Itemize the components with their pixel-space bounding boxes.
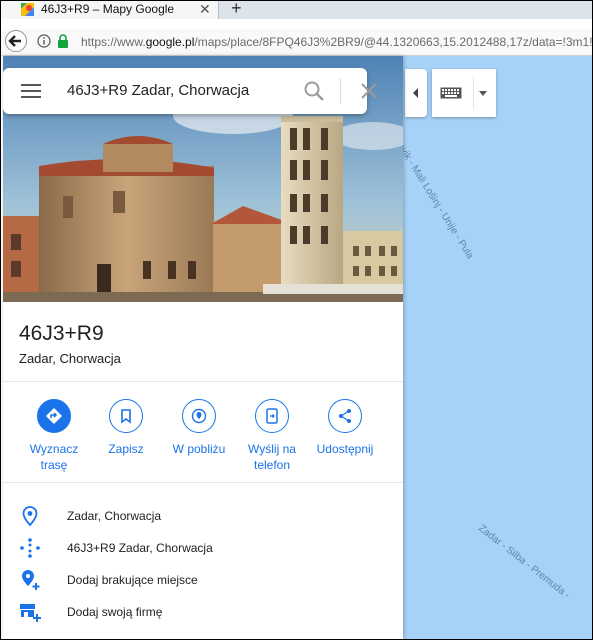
directions-icon [37,399,71,433]
send-to-phone-label: Wyślij na telefon [248,442,296,472]
close-tab-icon[interactable]: ✕ [199,1,211,18]
plus-code-row[interactable]: 46J3+R9 Zadar, Chorwacja [3,535,403,563]
url-path: /maps/place/8FPQ46J3%2BR9/@44.1320663,15… [194,35,593,49]
plus-code-icon [20,538,40,558]
divider [473,77,474,109]
collapse-panel-button[interactable] [405,69,427,117]
directions-button[interactable]: Wyznacz trasę [15,399,93,473]
back-button[interactable] [5,30,27,52]
address-row[interactable]: Zadar, Chorwacja [3,503,403,531]
add-business-text: Dodaj swoją firmę [67,605,163,619]
divider [340,78,341,104]
dropdown-arrow-icon[interactable] [479,91,487,96]
add-place-icon [22,570,40,590]
url-prefix: https://www. [81,35,146,49]
add-business-icon [20,604,41,622]
nearby-icon [182,399,216,433]
keyboard-icon [440,87,462,99]
google-maps-icon [21,3,34,16]
place-panel: 46J3+R9 Zadar, Chorwacja 46J3+R9 Zadar, … [3,56,403,639]
tab-title: 46J3+R9 – Mapy Google [41,2,175,16]
address-text: Zadar, Chorwacja [67,509,162,523]
tab-strip: 46J3+R9 – Mapy Google ✕ + [1,1,592,19]
share-label: Udostępnij [316,442,374,456]
place-address: Zadar, Chorwacja [19,351,121,366]
share-button[interactable]: Udostępnij [306,399,384,457]
url-host: google.pl [145,35,195,49]
add-business-row[interactable]: Dodaj swoją firmę [3,599,403,627]
nearby-button[interactable]: W pobliżu [160,399,238,457]
input-tools-button[interactable] [432,69,496,117]
send-to-phone-icon [255,399,289,433]
send-to-phone-button[interactable]: Wyślij na telefon [233,399,311,473]
add-place-text: Dodaj brakujące miejsce [67,573,198,587]
search-input[interactable]: 46J3+R9 Zadar, Chorwacja [67,82,249,99]
browser-tab[interactable]: 46J3+R9 – Mapy Google ✕ [1,1,219,19]
pin-icon [22,506,38,527]
caret-left-icon [413,88,418,98]
arrow-left-icon [8,35,21,47]
clear-search-icon[interactable] [359,81,379,101]
menu-icon[interactable] [21,84,41,98]
divider [3,482,403,483]
place-title: 46J3+R9 [19,322,104,345]
bookmark-icon [109,399,143,433]
divider [3,381,403,382]
map-canvas[interactable] [401,56,592,639]
nearby-label: W pobliżu [172,442,226,456]
new-tab-button[interactable]: + [231,1,242,19]
lock-icon [58,34,68,48]
address-bar: https://www.google.pl/maps/place/8FPQ46J… [1,29,592,56]
search-box: 46J3+R9 Zadar, Chorwacja [3,68,377,114]
add-place-row[interactable]: Dodaj brakujące miejsce [3,567,403,595]
save-button[interactable]: Zapisz [87,399,165,457]
search-icon[interactable] [303,80,325,102]
save-label: Zapisz [108,442,144,456]
url-field[interactable]: https://www.google.pl/maps/place/8FPQ46J… [81,35,593,49]
info-icon[interactable] [37,34,51,48]
plus-code-text: 46J3+R9 Zadar, Chorwacja [67,541,213,555]
share-icon [328,399,362,433]
browser-window: 46J3+R9 – Mapy Google ✕ + https://www.go… [0,0,593,640]
directions-label: Wyznacz trasę [29,442,79,472]
